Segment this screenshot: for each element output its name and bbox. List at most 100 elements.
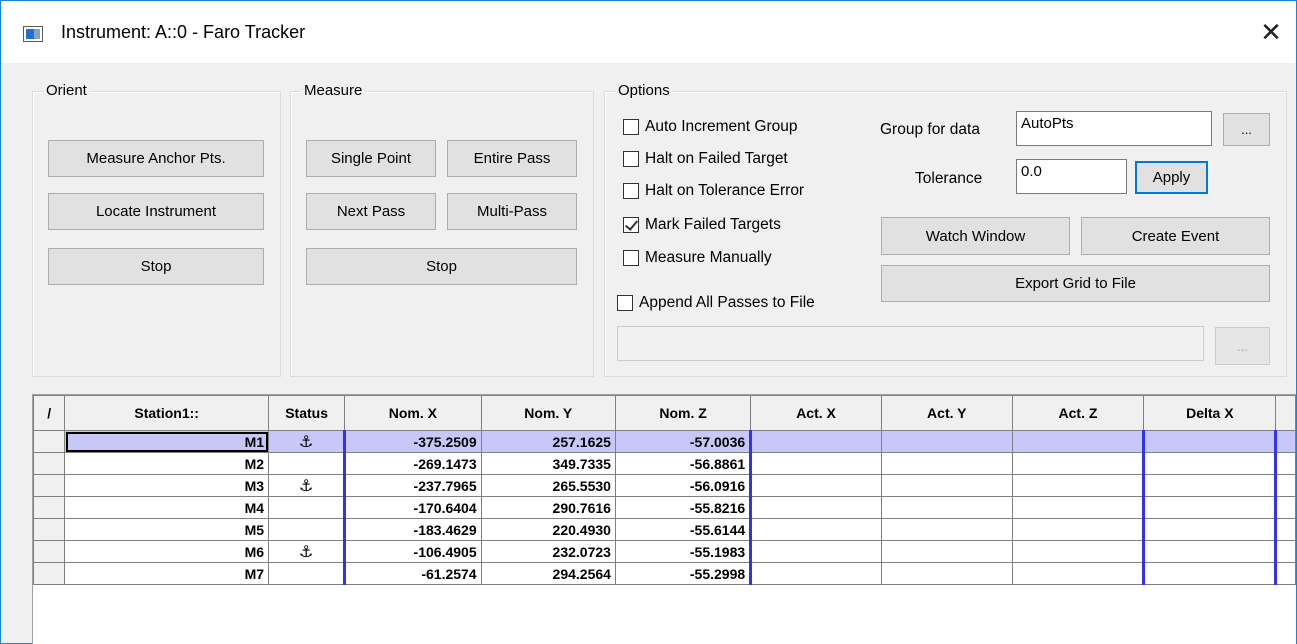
anchor-status-icon[interactable] bbox=[268, 496, 346, 519]
row-selector[interactable] bbox=[33, 474, 66, 497]
act-x-cell[interactable] bbox=[750, 540, 882, 563]
create-event-button[interactable]: Create Event bbox=[1081, 217, 1270, 255]
nom-y-cell[interactable]: 257.1625 bbox=[480, 430, 616, 453]
nom-y-cell[interactable]: 265.5530 bbox=[480, 474, 616, 497]
nom-x-cell[interactable]: -106.4905 bbox=[343, 540, 482, 563]
act-x-cell[interactable] bbox=[750, 496, 882, 519]
act-y-cell[interactable] bbox=[880, 540, 1013, 563]
delta-x-cell[interactable] bbox=[1143, 518, 1278, 541]
act-z-cell[interactable] bbox=[1011, 474, 1146, 497]
nom-x-cell[interactable]: -170.6404 bbox=[343, 496, 482, 519]
act-x-cell[interactable] bbox=[750, 452, 882, 475]
nom-z-cell[interactable]: -55.1983 bbox=[614, 540, 753, 563]
act-y-cell[interactable] bbox=[880, 430, 1013, 453]
act-x-cell[interactable] bbox=[750, 474, 882, 497]
column-header-status[interactable]: Status bbox=[268, 395, 346, 431]
column-header-nom-x[interactable]: Nom. X bbox=[344, 395, 482, 431]
measure-anchor-button[interactable]: Measure Anchor Pts. bbox=[48, 140, 264, 177]
nom-y-cell[interactable]: 349.7335 bbox=[480, 452, 616, 475]
anchor-status-icon[interactable]: ⚓ bbox=[268, 430, 346, 453]
corner-header[interactable]: / bbox=[33, 395, 66, 431]
station-cell[interactable]: M2 bbox=[64, 452, 270, 475]
nom-z-cell[interactable]: -56.8861 bbox=[614, 452, 753, 475]
extra-cell[interactable] bbox=[1275, 540, 1296, 563]
act-y-cell[interactable] bbox=[880, 518, 1013, 541]
table-row[interactable]: M7 -61.2574 294.2564 -55.2998 bbox=[33, 562, 1296, 585]
act-x-cell[interactable] bbox=[750, 518, 882, 541]
nom-z-cell[interactable]: -55.8216 bbox=[614, 496, 753, 519]
measure-stop-button[interactable]: Stop bbox=[306, 248, 577, 285]
row-selector[interactable] bbox=[33, 452, 66, 475]
browse-file-button[interactable]: ... bbox=[1215, 327, 1270, 365]
table-row[interactable]: M2 -269.1473 349.7335 -56.8861 bbox=[33, 452, 1296, 475]
group-for-data-input[interactable]: AutoPts bbox=[1016, 111, 1212, 146]
nom-x-cell[interactable]: -183.4629 bbox=[343, 518, 482, 541]
station-cell[interactable]: M7 bbox=[64, 562, 270, 585]
extra-cell[interactable] bbox=[1275, 474, 1296, 497]
delta-x-cell[interactable] bbox=[1143, 430, 1278, 453]
delta-x-cell[interactable] bbox=[1143, 474, 1278, 497]
next-pass-button[interactable]: Next Pass bbox=[306, 193, 436, 230]
column-header-station[interactable]: Station1:: bbox=[64, 395, 270, 431]
station-cell[interactable]: M6 bbox=[64, 540, 270, 563]
station-cell[interactable]: M5 bbox=[64, 518, 270, 541]
export-grid-button[interactable]: Export Grid to File bbox=[881, 265, 1270, 302]
nom-y-cell[interactable]: 220.4930 bbox=[480, 518, 616, 541]
checkbox-box[interactable] bbox=[623, 250, 639, 266]
apply-button[interactable]: Apply bbox=[1135, 161, 1208, 194]
nom-x-cell[interactable]: -237.7965 bbox=[343, 474, 482, 497]
checkbox-box[interactable] bbox=[623, 151, 639, 167]
act-x-cell[interactable] bbox=[750, 430, 882, 453]
extra-cell[interactable] bbox=[1275, 518, 1296, 541]
mark-failed-targets-checkbox[interactable]: Mark Failed Targets bbox=[623, 214, 781, 236]
act-y-cell[interactable] bbox=[880, 452, 1013, 475]
multi-pass-button[interactable]: Multi-Pass bbox=[447, 193, 577, 230]
station-cell[interactable]: M4 bbox=[64, 496, 270, 519]
table-row[interactable]: M4 -170.6404 290.7616 -55.8216 bbox=[33, 496, 1296, 519]
station-cell[interactable]: M1 bbox=[64, 430, 270, 453]
locate-instrument-button[interactable]: Locate Instrument bbox=[48, 193, 264, 230]
row-selector[interactable] bbox=[33, 540, 66, 563]
station-cell[interactable]: M3 bbox=[64, 474, 270, 497]
file-path-input[interactable] bbox=[617, 326, 1204, 361]
act-x-cell[interactable] bbox=[750, 562, 882, 585]
anchor-status-icon[interactable] bbox=[268, 518, 346, 541]
column-header-nom-z[interactable]: Nom. Z bbox=[614, 395, 752, 431]
column-header-act-z[interactable]: Act. Z bbox=[1011, 395, 1145, 431]
append-all-passes-checkbox[interactable]: Append All Passes to File bbox=[617, 292, 815, 314]
anchor-status-icon[interactable]: ⚓ bbox=[268, 540, 346, 563]
anchor-status-icon[interactable] bbox=[268, 452, 346, 475]
act-y-cell[interactable] bbox=[880, 562, 1013, 585]
nom-z-cell[interactable]: -57.0036 bbox=[614, 430, 753, 453]
column-header-nom-y[interactable]: Nom. Y bbox=[480, 395, 616, 431]
act-z-cell[interactable] bbox=[1011, 452, 1146, 475]
column-header-delta-x[interactable]: Delta X bbox=[1143, 395, 1277, 431]
table-row[interactable]: M6 ⚓ -106.4905 232.0723 -55.1983 bbox=[33, 540, 1296, 563]
extra-cell[interactable] bbox=[1275, 452, 1296, 475]
nom-y-cell[interactable]: 232.0723 bbox=[480, 540, 616, 563]
title-bar[interactable]: Instrument: A::0 - Faro Tracker ✕ bbox=[1, 1, 1296, 63]
table-row[interactable]: M1 ⚓ -375.2509 257.1625 -57.0036 bbox=[33, 430, 1296, 453]
act-z-cell[interactable] bbox=[1011, 496, 1146, 519]
table-row[interactable]: M5 -183.4629 220.4930 -55.6144 bbox=[33, 518, 1296, 541]
nom-y-cell[interactable]: 290.7616 bbox=[480, 496, 616, 519]
anchor-status-icon[interactable]: ⚓ bbox=[268, 474, 346, 497]
act-z-cell[interactable] bbox=[1011, 430, 1146, 453]
auto-increment-group-checkbox[interactable]: Auto Increment Group bbox=[623, 116, 798, 138]
table-row[interactable]: M3 ⚓ -237.7965 265.5530 -56.0916 bbox=[33, 474, 1296, 497]
act-z-cell[interactable] bbox=[1011, 518, 1146, 541]
nom-z-cell[interactable]: -55.2998 bbox=[614, 562, 753, 585]
act-z-cell[interactable] bbox=[1011, 562, 1146, 585]
row-selector[interactable] bbox=[33, 562, 66, 585]
browse-group-button[interactable]: ... bbox=[1223, 113, 1270, 146]
orient-stop-button[interactable]: Stop bbox=[48, 248, 264, 285]
checkbox-box-checked[interactable] bbox=[623, 217, 639, 233]
halt-on-failed-target-checkbox[interactable]: Halt on Failed Target bbox=[623, 148, 788, 170]
measure-manually-checkbox[interactable]: Measure Manually bbox=[623, 247, 772, 269]
entire-pass-button[interactable]: Entire Pass bbox=[447, 140, 577, 177]
nom-x-cell[interactable]: -269.1473 bbox=[343, 452, 482, 475]
extra-cell[interactable] bbox=[1275, 496, 1296, 519]
tolerance-input[interactable]: 0.0 bbox=[1016, 159, 1127, 194]
row-selector[interactable] bbox=[33, 496, 66, 519]
act-y-cell[interactable] bbox=[880, 474, 1013, 497]
